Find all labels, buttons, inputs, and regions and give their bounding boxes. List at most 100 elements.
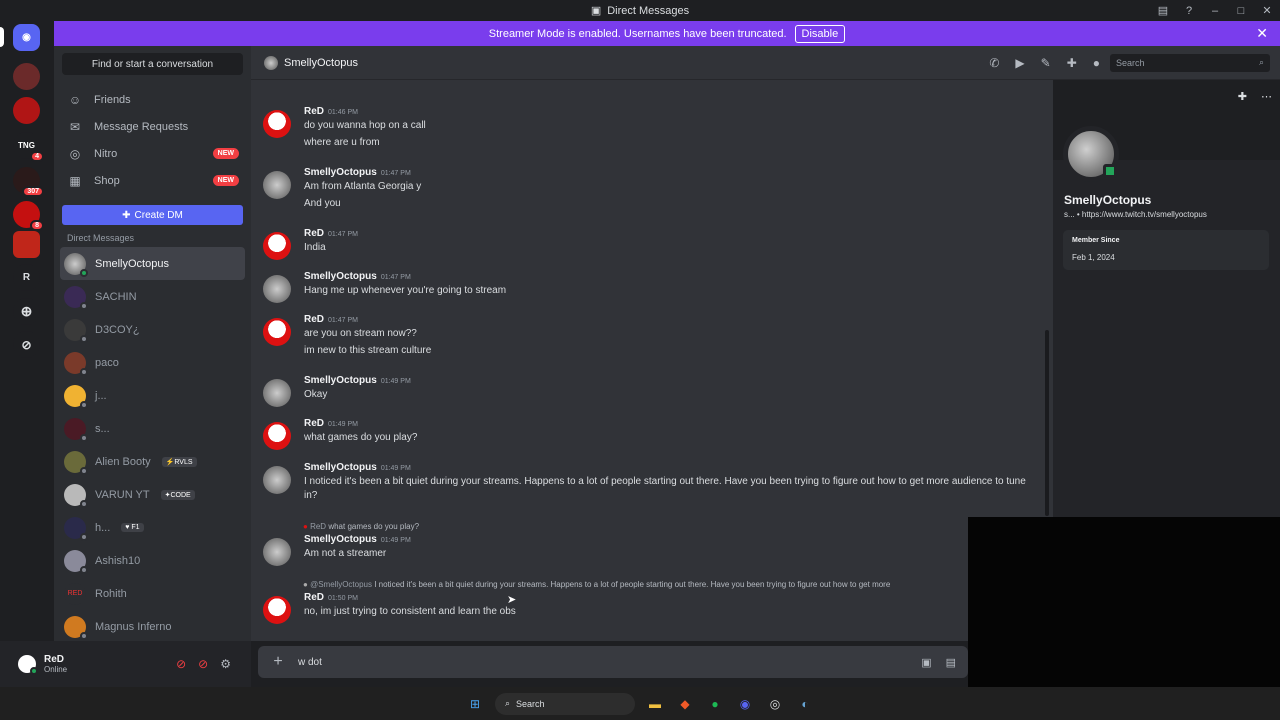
selected-pill — [0, 27, 4, 47]
reply-preview[interactable]: ● @SmellyOctopus I noticed it's been a b… — [303, 580, 890, 589]
dm-item[interactable]: RED Rohith — [60, 577, 245, 610]
video-call-icon[interactable]: ▶ — [1015, 56, 1024, 70]
message: ReD 01:46 PM do you wanna hop on a call w… — [263, 106, 1043, 150]
dm-header: Direct Messages — [67, 233, 135, 243]
mention-badge: 307 — [22, 186, 44, 197]
reply-preview[interactable]: ● ReD what games do you play? — [303, 522, 419, 531]
create-dm-button[interactable]: ✚ Create DM — [62, 205, 243, 225]
settings-gear-icon[interactable]: ⚙ — [220, 657, 231, 671]
avatar[interactable] — [263, 275, 291, 303]
message: ReD 01:47 PM are you on stream now?? im n… — [263, 314, 1043, 358]
nav-message-requests[interactable]: ✉ Message Requests — [62, 113, 243, 140]
dm-item[interactable]: D3COY¿ — [60, 313, 245, 346]
spotify-icon[interactable]: ● — [705, 694, 725, 714]
attach-plus-icon[interactable]: + — [258, 653, 298, 671]
deafen-icon[interactable]: ⊘ — [198, 657, 208, 671]
disable-button[interactable]: Disable — [794, 24, 846, 43]
gift-icon[interactable]: ▣ — [921, 656, 931, 669]
avatar[interactable] — [263, 110, 291, 138]
add-friends-icon[interactable]: ✚ — [1067, 56, 1077, 70]
clan-tag: ♥ F1 — [121, 523, 144, 532]
gif-icon[interactable]: ▤ — [946, 656, 956, 669]
server-icon[interactable] — [13, 231, 40, 258]
minimize-button[interactable]: – — [1202, 5, 1228, 17]
dm-item[interactable]: paco — [60, 346, 245, 379]
friends-icon: ☺ — [68, 92, 82, 107]
search-input[interactable]: Search ⌕ — [1110, 53, 1270, 72]
message-composer[interactable]: + w dot ▣ ▤ — [258, 646, 968, 678]
server-icon[interactable] — [13, 97, 40, 124]
avatar[interactable] — [263, 596, 291, 624]
avatar[interactable] — [263, 318, 291, 346]
help-icon[interactable]: ? — [1176, 5, 1202, 17]
os-taskbar: ⊞ ⌕ Search ▬ ◆ ● ◉ ◎ ◐ — [0, 687, 1280, 720]
dm-item[interactable]: SACHIN — [60, 280, 245, 313]
discord-taskbar-icon[interactable]: ◉ — [735, 694, 755, 714]
close-window-button[interactable]: ✕ — [1254, 4, 1280, 17]
user-profile-panel: ✚ ⋯ SmellyOctopus s... • https://www.twi… — [1053, 80, 1280, 517]
avatar — [64, 615, 88, 640]
avatar[interactable] — [18, 655, 38, 675]
search-icon: ⌕ — [505, 698, 511, 708]
chat-title: SmellyOctopus — [284, 56, 358, 69]
dm-item[interactable]: Alien Booty ⚡RVLS — [60, 445, 245, 478]
start-icon[interactable]: ⊞ — [465, 694, 485, 714]
inbox-icon[interactable]: ▤ — [1150, 4, 1176, 17]
dm-item[interactable]: Magnus Inferno — [60, 610, 245, 641]
chat-header: SmellyOctopus ✆ ▶ ✎ ✚ ● Search ⌕ — [251, 46, 1280, 80]
avatar[interactable] — [263, 538, 291, 566]
add-server-icon[interactable]: ⊕ — [13, 298, 40, 325]
dm-item[interactable]: j... — [60, 379, 245, 412]
message: SmellyOctopus 01:47 PM Am from Atlanta Ge… — [263, 167, 1043, 211]
user-profile-icon[interactable]: ● — [1093, 56, 1100, 70]
dm-item[interactable]: SmellyOctopus — [60, 247, 245, 280]
maximize-button[interactable]: □ — [1228, 5, 1254, 17]
avatar[interactable] — [263, 379, 291, 407]
discord-icon: ▣ — [590, 5, 602, 17]
avatar[interactable] — [263, 466, 291, 494]
more-options-icon[interactable]: ⋯ — [1261, 90, 1272, 103]
app-icon[interactable]: ◎ — [765, 694, 785, 714]
nav-friends[interactable]: ☺ Friends — [62, 86, 243, 113]
mute-icon[interactable]: ⊘ — [176, 657, 186, 671]
taskbar-search[interactable]: ⌕ Search — [495, 692, 635, 715]
mention-badge: 4 — [30, 151, 44, 162]
message-input[interactable]: w dot — [298, 657, 322, 668]
dm-item[interactable]: Ashish10 — [60, 544, 245, 577]
user-panel: ReD Online ⊘ ⊘ ⚙ — [0, 641, 251, 687]
steam-icon[interactable]: ◐ — [795, 694, 815, 714]
message-list: ReD 01:46 PM do you wanna hop on a call w… — [251, 80, 1053, 641]
new-badge: NEW — [212, 148, 239, 159]
dm-sidebar: Find or start a conversation ☺ Friends ✉ M… — [54, 46, 251, 641]
message: SmellyOctopus 01:49 PM Am not a streamer — [263, 534, 1043, 566]
avatar — [64, 252, 88, 277]
server-icon[interactable]: 8 — [13, 201, 44, 231]
server-icon[interactable]: R — [13, 264, 40, 291]
voice-call-icon[interactable]: ✆ — [989, 56, 999, 70]
dm-item[interactable]: s... — [60, 412, 245, 445]
avatar[interactable] — [263, 422, 291, 450]
chat-scrollbar[interactable] — [1045, 330, 1049, 516]
dm-item[interactable]: h... ♥ F1 — [60, 511, 245, 544]
pin-icon[interactable]: ✎ — [1041, 56, 1051, 70]
close-icon[interactable]: ✕ — [1256, 25, 1268, 42]
nav-shop[interactable]: ▦ Shop NEW — [62, 167, 243, 194]
find-conversation-button[interactable]: Find or start a conversation — [62, 53, 243, 75]
clan-tag: ⚡RVLS — [161, 456, 197, 467]
home-button[interactable]: ◉ — [13, 24, 40, 51]
server-icon[interactable] — [13, 63, 40, 90]
server-icon[interactable]: 307 — [13, 167, 44, 197]
avatar — [64, 285, 88, 310]
avatar[interactable] — [263, 232, 291, 260]
nav-nitro[interactable]: ◎ Nitro NEW — [62, 140, 243, 167]
file-explorer-icon[interactable]: ▬ — [645, 694, 665, 714]
mention-badge: 8 — [30, 220, 44, 231]
server-icon[interactable]: TNG 4 — [13, 132, 44, 162]
window-controls: ▤ ? – □ ✕ — [1150, 0, 1280, 21]
dm-item[interactable]: VARUN YT ✦CODE — [60, 478, 245, 511]
brave-icon[interactable]: ◆ — [675, 694, 695, 714]
profile-links[interactable]: s... • https://www.twitch.tv/smellyoctop… — [1064, 210, 1207, 219]
discover-icon[interactable]: ⊘ — [13, 331, 40, 358]
avatar[interactable] — [263, 171, 291, 199]
add-friend-icon[interactable]: ✚ — [1238, 90, 1247, 103]
